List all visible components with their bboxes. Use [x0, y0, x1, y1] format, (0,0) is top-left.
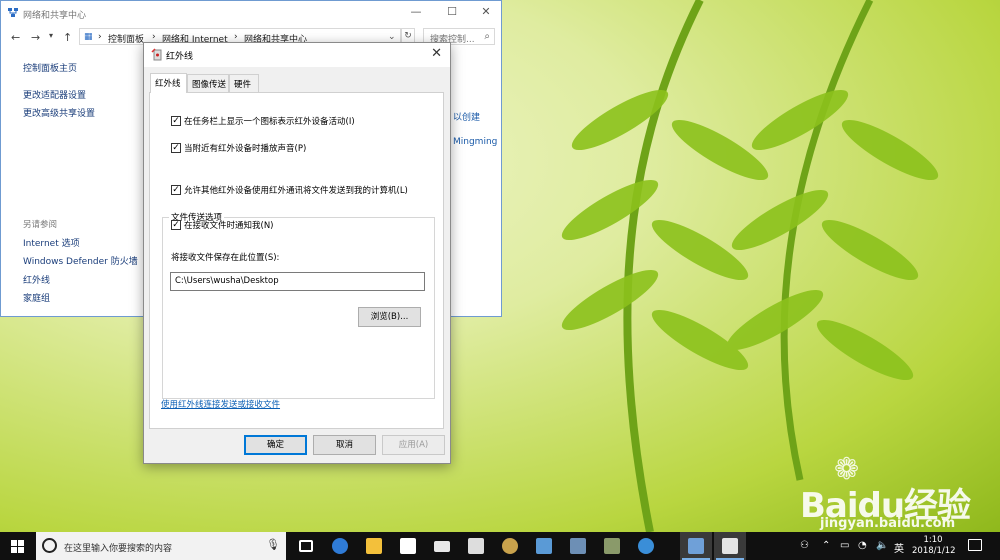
ok-button[interactable]: 确定	[244, 435, 307, 455]
maximize-icon[interactable]: ☐	[442, 5, 462, 18]
breadcrumb-control-panel[interactable]: 控制面板	[108, 32, 144, 45]
infrared-dialog: 红外线 ✕ 红外线 图像传送 硬件 ✓ 在任务栏上显示一个图标表示红外设备活动(…	[143, 42, 451, 464]
tab-infrared[interactable]: 红外线	[150, 73, 187, 93]
taskbar-clock[interactable]: 1:10 2018/1/12	[912, 535, 956, 557]
see-also-firewall[interactable]: Windows Defender 防火墙	[23, 254, 138, 267]
network-center-icon	[8, 8, 18, 17]
sidebar-link-advanced-sharing[interactable]: 更改高级共享设置	[23, 106, 95, 119]
volume-icon[interactable]: 🔈	[876, 540, 888, 551]
windows-logo-icon	[11, 540, 24, 553]
forward-arrow-icon[interactable]: →	[31, 31, 40, 44]
store-icon[interactable]	[392, 532, 424, 560]
paint-icon[interactable]	[494, 532, 526, 560]
history-dropdown-icon[interactable]: ▾	[49, 31, 53, 40]
browse-button[interactable]: 浏览(B)...	[358, 307, 421, 327]
see-also-heading: 另请参阅	[23, 220, 58, 230]
action-center-icon[interactable]	[968, 539, 982, 551]
save-location-label: 将接收文件保存在此位置(S):	[171, 253, 280, 263]
breadcrumb-separator-icon: ›	[152, 32, 156, 42]
chevron-up-icon[interactable]: ⌃	[822, 540, 830, 551]
wifi-icon[interactable]: ◔	[858, 540, 867, 551]
control-panel-titlebar[interactable]: 网络和共享中心 — ☐ ✕	[1, 1, 501, 25]
clock-date: 2018/1/12	[912, 546, 956, 556]
start-button[interactable]	[0, 532, 36, 560]
see-also-internet-options[interactable]: Internet 选项	[23, 236, 80, 249]
help-link[interactable]: 使用红外线连接发送或接收文件	[161, 398, 280, 410]
monitor-icon[interactable]	[562, 532, 594, 560]
cancel-button[interactable]: 取消	[313, 435, 376, 455]
peek-link-create[interactable]: 以创建	[453, 110, 480, 123]
sidebar-link-adapter-settings[interactable]: 更改适配器设置	[23, 88, 86, 101]
dialog-close-icon[interactable]: ✕	[431, 46, 442, 61]
tab-image-transfer[interactable]: 图像传送	[187, 74, 229, 92]
photos-icon[interactable]	[596, 532, 628, 560]
ime-indicator[interactable]: 英	[894, 540, 904, 555]
up-arrow-icon[interactable]: ↑	[63, 31, 72, 44]
tab-panel-infrared: ✓ 在任务栏上显示一个图标表示红外设备活动(I) ✓ 当附近有红外设备时播放声音…	[149, 92, 444, 429]
control-panel-taskbar-icon[interactable]	[680, 532, 712, 560]
cortana-icon[interactable]	[42, 538, 57, 553]
microphone-icon[interactable]: 🎙	[266, 538, 280, 551]
breadcrumb-separator-icon: ›	[98, 32, 102, 42]
battery-icon[interactable]: ▭	[840, 540, 849, 551]
minimize-icon[interactable]: —	[406, 5, 426, 18]
close-icon[interactable]: ✕	[476, 5, 496, 18]
network-app-icon[interactable]	[528, 532, 560, 560]
people-icon[interactable]: ⚇	[800, 540, 809, 551]
mail-icon[interactable]	[426, 532, 458, 560]
checkbox-label: 在接收文件时通知我(N)	[184, 221, 274, 231]
taskbar-search-box[interactable]: 在这里输入你要搜索的内容 🎙	[36, 532, 286, 560]
checkmark-icon[interactable]: ✓	[171, 185, 181, 195]
infrared-icon	[151, 48, 162, 61]
infrared-taskbar-icon[interactable]	[714, 532, 746, 560]
search-icon[interactable]: ⌕	[484, 31, 490, 42]
file-explorer-icon[interactable]	[358, 532, 390, 560]
task-view-icon[interactable]	[290, 532, 322, 560]
window-title: 网络和共享中心	[23, 11, 87, 21]
checkbox-label: 允许其他红外设备使用红外通讯将文件发送到我的计算机(L)	[184, 186, 408, 196]
breadcrumb-separator-icon: ›	[234, 32, 238, 42]
taskbar: 在这里输入你要搜索的内容 🎙 ⚇ ⌃ ▭ ◔ 🔈 英 1:10 2018/1/1…	[0, 532, 1000, 560]
dialog-titlebar[interactable]: 红外线 ✕	[144, 43, 450, 67]
see-also-infrared[interactable]: 红外线	[23, 273, 50, 286]
apply-button[interactable]: 应用(A)	[382, 435, 445, 455]
checkbox-label: 当附近有红外设备时播放声音(P)	[184, 144, 307, 154]
taskbar-search-placeholder: 在这里输入你要搜索的内容	[64, 544, 173, 554]
watermark-url: jingyan.baidu.com	[820, 516, 956, 531]
sidebar-link-home[interactable]: 控制面板主页	[23, 61, 77, 74]
tab-hardware[interactable]: 硬件	[229, 74, 259, 92]
calculator-icon[interactable]	[460, 532, 492, 560]
save-location-field[interactable]: C:\Users\wusha\Desktop	[170, 272, 425, 291]
control-panel-icon: ▦	[84, 32, 93, 42]
address-dropdown-icon[interactable]: ⌄	[388, 32, 396, 42]
see-also-homegroup[interactable]: 家庭组	[23, 291, 50, 304]
dialog-title: 红外线	[166, 52, 194, 62]
checkmark-icon[interactable]: ✓	[171, 220, 181, 230]
baidu-watermark: ❁ Baidu经验 jingyan.baidu.com	[800, 452, 996, 531]
checkbox-label: 在任务栏上显示一个图标表示红外设备活动(I)	[184, 117, 355, 127]
checkmark-icon[interactable]: ✓	[171, 116, 181, 126]
internet-explorer-icon[interactable]	[630, 532, 662, 560]
back-arrow-icon[interactable]: ←	[11, 31, 20, 44]
peek-network-name[interactable]: Mingming	[453, 137, 497, 147]
checkmark-icon[interactable]: ✓	[171, 143, 181, 153]
edge-icon[interactable]	[324, 532, 356, 560]
clock-time: 1:10	[923, 535, 943, 545]
